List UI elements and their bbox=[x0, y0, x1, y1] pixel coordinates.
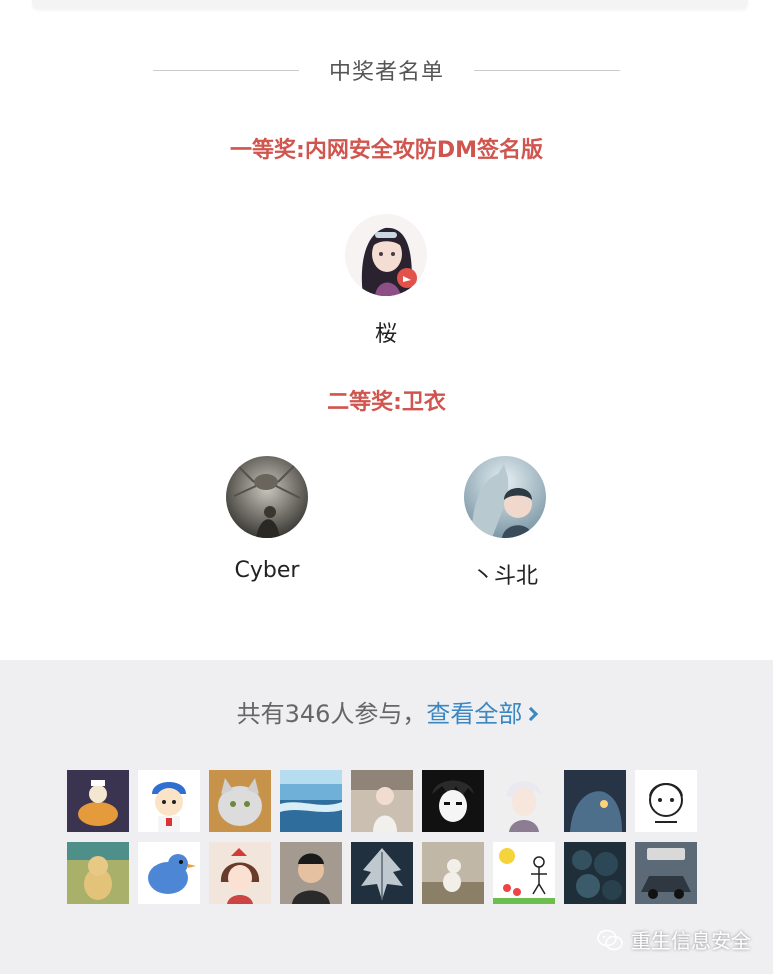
participant-avatar[interactable] bbox=[422, 842, 484, 904]
participant-avatar[interactable] bbox=[138, 770, 200, 832]
winner-second-prize-2[interactable]: 丶斗北 bbox=[425, 456, 585, 590]
second-prize-title: 二等奖:卫衣 bbox=[327, 390, 446, 415]
winners-list-header: 中奖者名单 bbox=[0, 52, 773, 88]
participant-avatar[interactable] bbox=[635, 842, 697, 904]
participant-avatar[interactable] bbox=[564, 842, 626, 904]
winners-list-title: 中奖者名单 bbox=[328, 60, 444, 85]
participant-avatar[interactable] bbox=[564, 770, 626, 832]
previous-card-edge bbox=[32, 0, 748, 8]
participant-avatar[interactable] bbox=[209, 770, 271, 832]
divider-right bbox=[474, 69, 620, 71]
avatar bbox=[345, 214, 427, 296]
chevron-right-icon bbox=[524, 706, 539, 722]
winner-name: 桜 bbox=[374, 322, 397, 347]
account-watermark: 重生信息安全 bbox=[597, 925, 751, 954]
participant-avatar[interactable] bbox=[493, 842, 555, 904]
winner-first-prize-1[interactable]: 桜 bbox=[306, 214, 466, 348]
participant-avatar[interactable] bbox=[67, 842, 129, 904]
participant-avatar[interactable] bbox=[280, 842, 342, 904]
winner-name: Cyber bbox=[234, 558, 300, 583]
participant-avatar[interactable] bbox=[67, 770, 129, 832]
participant-avatar[interactable] bbox=[351, 770, 413, 832]
wechat-icon bbox=[597, 929, 623, 950]
first-prize-title: 一等奖:内网安全攻防DM签名版 bbox=[230, 138, 543, 163]
participant-avatar[interactable] bbox=[493, 770, 555, 832]
divider-left bbox=[152, 69, 299, 71]
watermark-text: 重生信息安全 bbox=[631, 929, 751, 953]
participants-panel: 共有346人参与，查看全部 重生信息安全 bbox=[0, 660, 773, 974]
participants-avatar-grid bbox=[67, 770, 697, 904]
avatar bbox=[464, 456, 546, 538]
participant-avatar[interactable] bbox=[138, 842, 200, 904]
avatar bbox=[226, 456, 308, 538]
view-all-link[interactable]: 查看全部 bbox=[426, 700, 539, 728]
participant-avatar[interactable] bbox=[635, 770, 697, 832]
participant-avatar[interactable] bbox=[209, 842, 271, 904]
participant-avatar[interactable] bbox=[280, 770, 342, 832]
participant-avatar[interactable] bbox=[422, 770, 484, 832]
participants-count-text: 共有346人参与， bbox=[236, 700, 427, 728]
participants-summary: 共有346人参与，查看全部 bbox=[0, 694, 773, 729]
winner-name: 丶斗北 bbox=[471, 564, 538, 589]
participant-avatar[interactable] bbox=[351, 842, 413, 904]
winner-second-prize-1[interactable]: Cyber bbox=[187, 456, 347, 583]
